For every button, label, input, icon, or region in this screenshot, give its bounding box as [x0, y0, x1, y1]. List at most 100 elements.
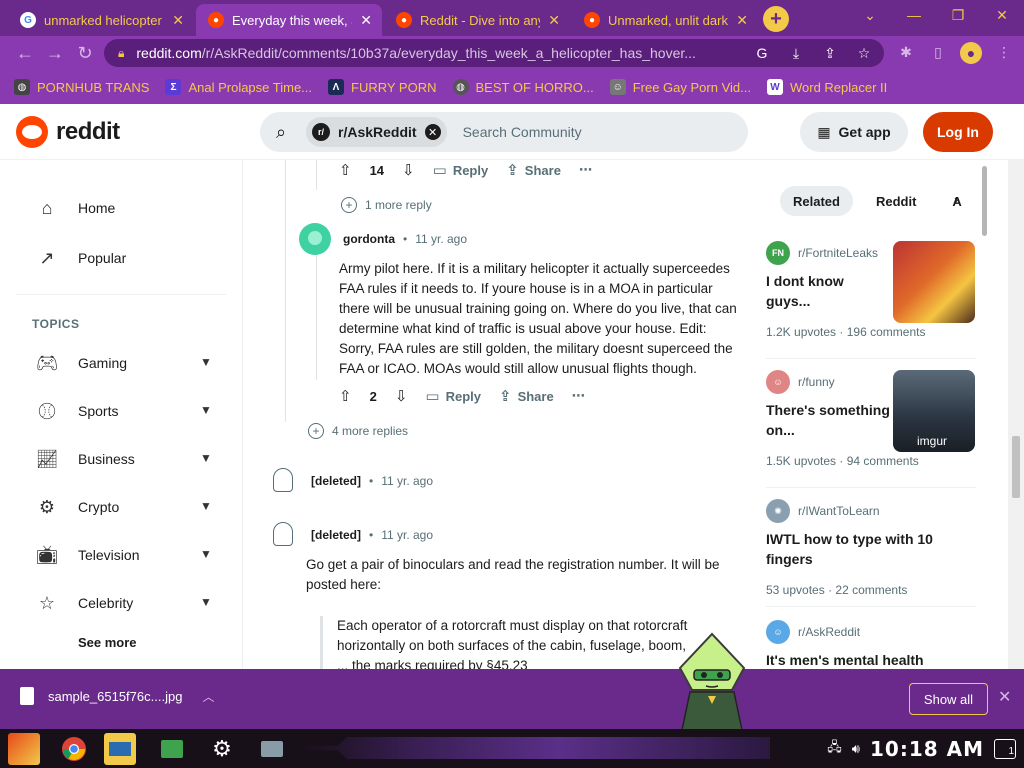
nav-popular[interactable]: ↗ Popular	[36, 247, 126, 269]
thread-line[interactable]	[285, 160, 286, 422]
chevron-right-icon[interactable]: ›	[954, 192, 958, 207]
scrollbar-thumb[interactable]	[1012, 436, 1020, 498]
thread-line[interactable]	[316, 160, 317, 190]
post-title[interactable]: IWTL how to type with 10 fingers	[766, 529, 966, 569]
reddit-logo-icon[interactable]	[16, 116, 48, 148]
close-tab-icon[interactable]: ✕	[172, 12, 184, 29]
chevron-down-icon[interactable]: ▼	[200, 547, 212, 561]
side-panel-icon[interactable]: ▯	[928, 42, 948, 62]
bookmark-item[interactable]: Σ Anal Prolapse Time...	[165, 79, 312, 95]
search-bar[interactable]: ⌕ r/ r/AskReddit ✕ Search Community	[260, 112, 748, 152]
tab-truncated[interactable]: A	[939, 186, 961, 216]
post-thumbnail[interactable]: imgur	[893, 370, 975, 452]
search-input[interactable]: Search Community	[463, 124, 582, 140]
reddit-wordmark[interactable]: reddit	[56, 118, 120, 146]
lock-icon[interactable]: 🔒︎	[118, 46, 124, 61]
nav-home[interactable]: ⌂ Home	[36, 197, 116, 219]
post-subreddit[interactable]: ✺ r/IWantToLearn	[766, 499, 976, 523]
show-all-button[interactable]: Show all	[909, 683, 988, 715]
comment-age[interactable]: 11 yr. ago	[381, 474, 433, 488]
extensions-puzzle-icon[interactable]: ✱	[896, 42, 916, 62]
topic-television[interactable]: 📺︎ Television	[36, 544, 140, 566]
chevron-down-icon[interactable]: ▼	[200, 403, 212, 417]
post-title[interactable]: It's men's mental health	[766, 650, 966, 670]
minimize-button[interactable]: —	[892, 0, 936, 30]
tab-reddit-home[interactable]: ● Reddit - Dive into any ✕	[384, 4, 570, 36]
notification-center-icon[interactable]: 1	[994, 738, 1016, 759]
topic-business[interactable]: 📈︎ Business	[36, 448, 135, 470]
more-replies-link[interactable]: + 4 more replies	[308, 423, 408, 439]
post-subreddit[interactable]: ☺ r/AskReddit	[766, 620, 976, 644]
close-tab-icon[interactable]: ✕	[736, 12, 748, 29]
share-icon[interactable]: ⇪	[820, 43, 840, 63]
share-button[interactable]: ⇪ Share	[506, 161, 561, 179]
clock[interactable]: 10:18 AM	[870, 737, 984, 761]
upvote-icon[interactable]: ⇧	[339, 161, 352, 179]
more-options-icon[interactable]: ⋯	[579, 162, 592, 178]
tab-reddit[interactable]: Reddit	[863, 186, 929, 216]
url-text[interactable]: reddit.com/r/AskReddit/comments/10b37a/e…	[136, 45, 756, 61]
sidebar-scrollbar[interactable]	[982, 166, 987, 236]
post-title[interactable]: There's something on...	[766, 400, 890, 440]
remove-community-icon[interactable]: ✕	[424, 124, 441, 140]
menu-kebab-icon[interactable]: ⋮	[994, 42, 1014, 62]
author-name[interactable]: gordonta	[343, 232, 395, 246]
login-button[interactable]: Log In	[923, 112, 993, 152]
network-icon[interactable]: 🖧︎	[827, 738, 842, 760]
tab-related[interactable]: Related	[780, 186, 853, 216]
profile-avatar-icon[interactable]: ●	[960, 42, 982, 64]
downvote-icon[interactable]: ⇩	[402, 161, 415, 179]
tab-google-search[interactable]: G unmarked helicopter o ✕	[8, 4, 194, 36]
app-icon[interactable]	[156, 733, 188, 765]
post-title[interactable]: I dont know guys...	[766, 271, 890, 311]
more-replies-link[interactable]: + 1 more reply	[341, 197, 432, 213]
upvote-icon[interactable]: ⇧	[339, 387, 352, 405]
download-item[interactable]: sample_6515f76c....jpg ︿	[20, 687, 214, 705]
bookmark-item[interactable]: ◍ PORNHUB TRANS	[14, 79, 149, 95]
install-icon[interactable]: ⤓	[786, 43, 806, 63]
chevron-down-icon[interactable]: ⌄	[848, 0, 892, 30]
chevron-down-icon[interactable]: ▼	[200, 355, 212, 369]
post-thumbnail[interactable]	[893, 241, 975, 323]
topic-crypto[interactable]: ⚙︎ Crypto	[36, 496, 119, 518]
more-options-icon[interactable]: ⋯	[572, 388, 585, 404]
bookmark-item[interactable]: W Word Replacer II	[766, 79, 887, 95]
comment-age[interactable]: 11 yr. ago	[415, 232, 467, 246]
topic-sports[interactable]: ⚾︎ Sports	[36, 400, 118, 422]
chevron-up-icon[interactable]: ︿	[202, 688, 214, 705]
tab-reddit-unmarked[interactable]: ● Unmarked, unlit dark ✕	[572, 4, 758, 36]
bookmark-item[interactable]: Λ FURRY PORN	[328, 79, 437, 95]
chrome-icon[interactable]	[58, 733, 90, 765]
forward-button[interactable]: →	[44, 42, 66, 64]
see-more-link[interactable]: See more	[78, 635, 137, 650]
tab-reddit-active[interactable]: ● Everyday this week, a ✕	[196, 4, 382, 36]
community-chip[interactable]: r/ r/AskReddit ✕	[306, 117, 447, 147]
related-post[interactable]: ☺ r/AskReddit It's men's mental health	[766, 620, 976, 670]
omnibox[interactable]: 🔒︎ reddit.com/r/AskReddit/comments/10b37…	[104, 39, 884, 67]
page-scrollbar[interactable]	[1008, 160, 1024, 670]
chevron-down-icon[interactable]: ▼	[200, 499, 212, 513]
start-menu-icon[interactable]	[8, 733, 40, 765]
google-lens-icon[interactable]: G	[752, 43, 772, 63]
new-tab-button[interactable]: +	[763, 6, 789, 32]
chevron-down-icon[interactable]: ▼	[200, 451, 212, 465]
topic-gaming[interactable]: 🎮︎ Gaming	[36, 352, 127, 374]
close-tab-icon[interactable]: ✕	[360, 12, 372, 29]
bookmark-star-icon[interactable]: ☆	[854, 43, 874, 63]
bookmark-item[interactable]: ◍ BEST OF HORRO...	[452, 79, 594, 95]
reply-button[interactable]: ▭ Reply	[425, 387, 481, 405]
close-window-button[interactable]: ✕	[980, 0, 1024, 30]
settings-gear-icon[interactable]: ⚙	[206, 733, 238, 765]
back-button[interactable]: ←	[14, 42, 36, 64]
volume-icon[interactable]: 🔊︎	[852, 741, 860, 757]
related-post[interactable]: ✺ r/IWantToLearn IWTL how to type with 1…	[766, 499, 976, 597]
downvote-icon[interactable]: ⇩	[395, 387, 408, 405]
share-button[interactable]: ⇪ Share	[499, 387, 554, 405]
bookmark-item[interactable]: ☺ Free Gay Porn Vid...	[609, 79, 751, 95]
avatar[interactable]	[299, 223, 331, 255]
close-tab-icon[interactable]: ✕	[548, 12, 560, 29]
restore-button[interactable]: ❐	[936, 0, 980, 30]
reload-button[interactable]: ↻	[74, 42, 96, 64]
file-explorer-icon[interactable]	[104, 733, 136, 765]
chevron-down-icon[interactable]: ▼	[200, 595, 212, 609]
